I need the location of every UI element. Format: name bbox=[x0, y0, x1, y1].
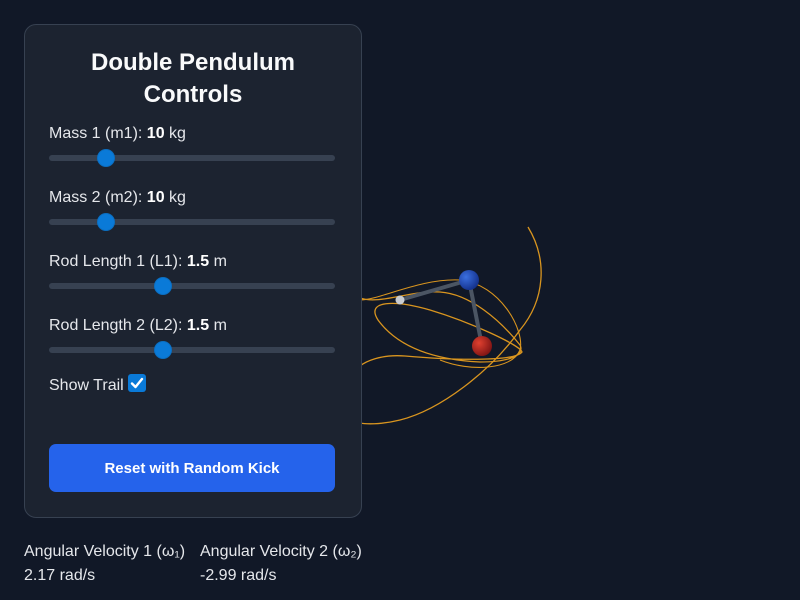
length1-value: 1.5 bbox=[186, 253, 210, 270]
length2-label: Rod Length 2 (L2): 1.5 m bbox=[49, 317, 227, 334]
length2-slider[interactable] bbox=[49, 342, 335, 358]
length2-value: 1.5 bbox=[186, 317, 210, 334]
pivot bbox=[395, 295, 405, 305]
rod-2 bbox=[467, 278, 484, 348]
readouts: Angular Velocity 1 (ω₁) 2.17 rad/s Angul… bbox=[24, 540, 376, 588]
mass1-slider[interactable] bbox=[49, 150, 335, 166]
reset-button[interactable]: Reset with Random Kick bbox=[49, 444, 335, 492]
mass1-control: Mass 1 (m1): 10 kg bbox=[49, 123, 337, 187]
w2-value: -2.99 rad/s bbox=[200, 567, 277, 584]
panel-title: Double Pendulum Controls bbox=[91, 49, 295, 108]
w2-label: Angular Velocity 2 (ω₂) bbox=[200, 543, 362, 560]
length1-slider-thumb[interactable] bbox=[155, 278, 172, 294]
w1-value: 2.17 rad/s bbox=[24, 567, 96, 584]
mass2-control: Mass 2 (m2): 10 kg bbox=[49, 187, 337, 251]
mass1-label: Mass 1 (m1): 10 kg bbox=[49, 125, 186, 142]
rod-1 bbox=[398, 278, 471, 302]
mass2-slider[interactable] bbox=[49, 214, 335, 230]
length1-slider[interactable] bbox=[49, 278, 335, 294]
length2-slider-thumb[interactable] bbox=[155, 342, 172, 358]
mass1-slider-thumb[interactable] bbox=[98, 150, 115, 166]
length1-control: Rod Length 1 (L1): 1.5 m bbox=[49, 251, 337, 315]
mass1-value: 10 bbox=[146, 125, 165, 142]
pendulum-trail-loop bbox=[359, 279, 522, 368]
pendulum-trail bbox=[359, 291, 523, 367]
angular-velocity-2: Angular Velocity 2 (ω₂) -2.99 rad/s bbox=[200, 540, 376, 588]
stage: Double Pendulum Controls Mass 1 (m1): 10… bbox=[0, 0, 800, 600]
w1-label: Angular Velocity 1 (ω₁) bbox=[24, 543, 186, 560]
angular-velocity-1: Angular Velocity 1 (ω₁) 2.17 rad/s bbox=[24, 540, 200, 588]
show-trail-checkbox[interactable] bbox=[127, 374, 146, 392]
bob-1[interactable] bbox=[459, 270, 479, 290]
mass2-value: 10 bbox=[146, 189, 165, 206]
mass2-label: Mass 2 (m2): 10 kg bbox=[49, 189, 186, 206]
controls-panel: Double Pendulum Controls Mass 1 (m1): 10… bbox=[24, 24, 362, 518]
check-icon bbox=[130, 377, 143, 389]
show-trail-label: Show Trail bbox=[49, 377, 124, 394]
length2-control: Rod Length 2 (L2): 1.5 m bbox=[49, 315, 337, 379]
length1-label: Rod Length 1 (L1): 1.5 m bbox=[49, 253, 227, 270]
pendulum-trail-outer bbox=[359, 226, 542, 425]
bob-2[interactable] bbox=[472, 336, 492, 356]
mass2-slider-thumb[interactable] bbox=[98, 214, 115, 230]
